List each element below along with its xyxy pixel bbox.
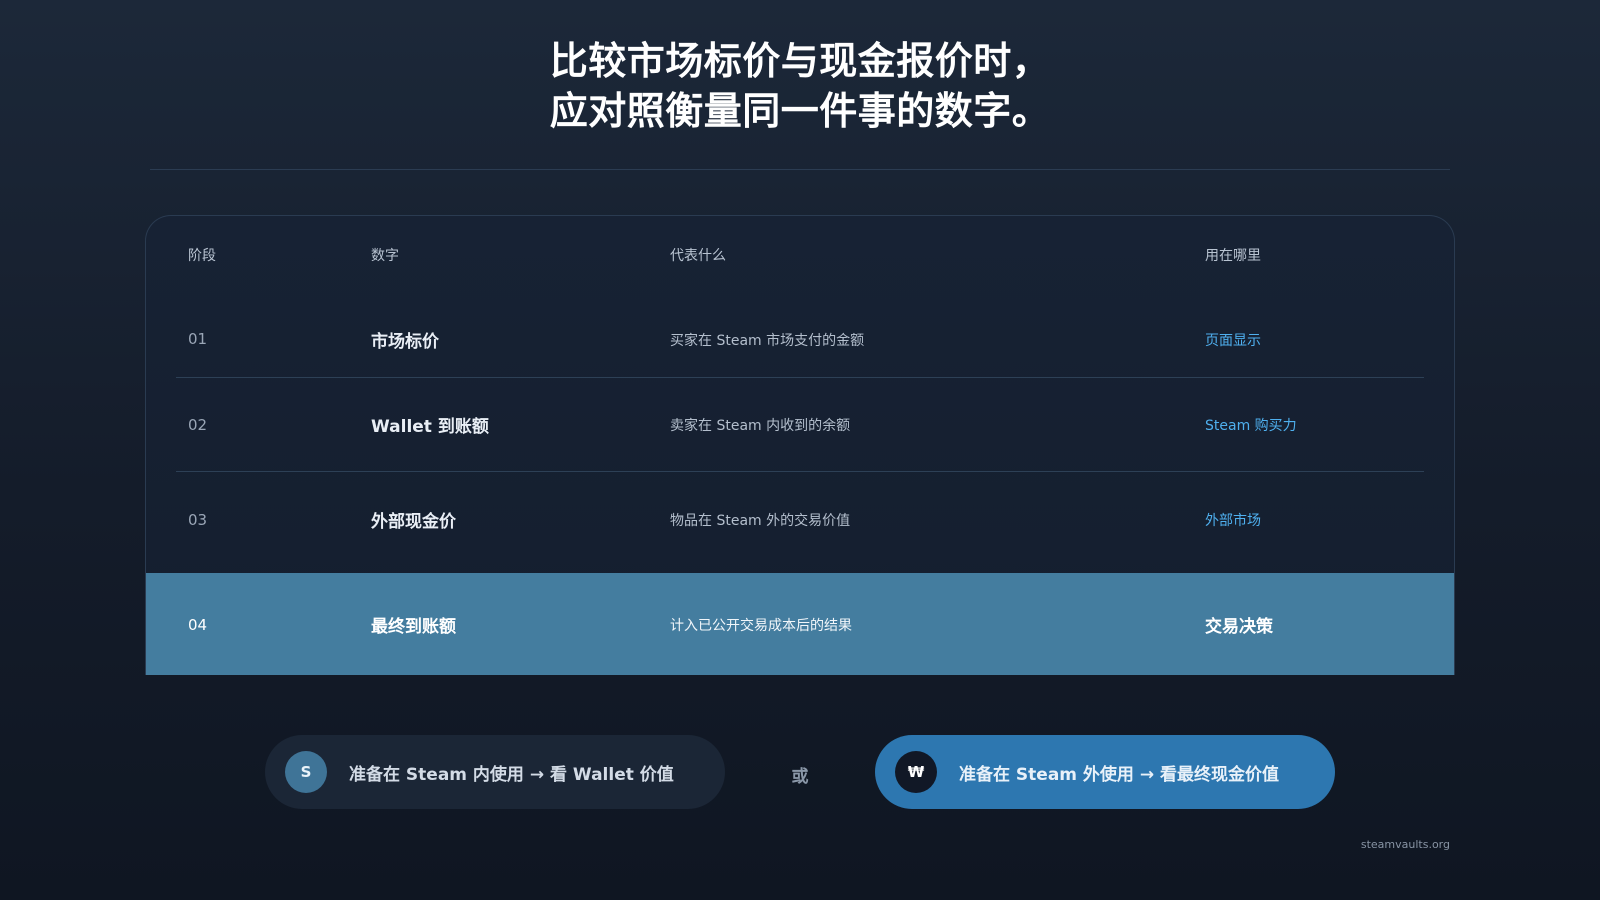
- row-meaning: 计入已公开交易成本后的结果: [670, 617, 852, 634]
- row-usage-link[interactable]: 外部市场: [1205, 510, 1261, 530]
- row-number: 外部现金价: [371, 512, 456, 532]
- table-row: 01 市场标价 买家在 Steam 市场支付的金额 页面显示: [146, 294, 1454, 378]
- steam-wallet-option-label: 准备在 Steam 内使用 → 看 Wallet 价值: [349, 764, 674, 785]
- row-stage: 03: [188, 510, 208, 529]
- row-number: Wallet 到账额: [371, 417, 489, 437]
- or-separator: 或: [791, 767, 809, 787]
- header-meaning: 代表什么: [670, 248, 726, 264]
- cash-value-option-label: 准备在 Steam 外使用 → 看最终现金价值: [959, 764, 1280, 785]
- header-stage: 阶段: [188, 248, 216, 264]
- row-usage-link[interactable]: 页面显示: [1205, 330, 1261, 350]
- cash-value-option-button[interactable]: ₩ 准备在 Steam 外使用 → 看最终现金价值: [875, 735, 1335, 809]
- row-meaning: 卖家在 Steam 内收到的余额: [670, 417, 851, 434]
- page-title: 比较市场标价与现金报价时， 应对照衡量同一件事的数字。: [0, 36, 1600, 136]
- row-meaning: 物品在 Steam 外的交易价值: [670, 512, 851, 529]
- table-row-highlighted: 04 最终到账额 计入已公开交易成本后的结果 交易决策: [146, 573, 1454, 675]
- row-number: 市场标价: [371, 332, 439, 352]
- header-number: 数字: [371, 248, 399, 264]
- row-stage: 02: [188, 415, 208, 434]
- title-divider: [150, 169, 1450, 170]
- table-header-row: 阶段 数字 代表什么 用在哪里: [146, 216, 1454, 294]
- row-number: 最终到账额: [371, 617, 456, 637]
- title-line-2: 应对照衡量同一件事的数字。: [549, 89, 1051, 133]
- row-usage: 交易决策: [1205, 617, 1273, 637]
- steam-wallet-option-button[interactable]: S 准备在 Steam 内使用 → 看 Wallet 价值: [265, 735, 725, 809]
- title-line-1: 比较市场标价与现金报价时，: [549, 39, 1051, 83]
- header-usage: 用在哪里: [1205, 248, 1261, 264]
- row-stage: 01: [188, 330, 208, 348]
- row-stage: 04: [188, 615, 208, 634]
- row-usage-link[interactable]: Steam 购买力: [1205, 415, 1297, 435]
- comparison-table: 阶段 数字 代表什么 用在哪里 01 市场标价 买家在 Steam 市场支付的金…: [145, 215, 1455, 675]
- footer-site-link[interactable]: steamvaults.org: [1361, 838, 1450, 851]
- table-row: 03 外部现金价 物品在 Steam 外的交易价值 外部市场: [146, 472, 1454, 567]
- currency-won-icon: ₩: [895, 751, 937, 793]
- table-row: 02 Wallet 到账额 卖家在 Steam 内收到的余额 Steam 购买力: [146, 377, 1454, 472]
- row-meaning: 买家在 Steam 市场支付的金额: [670, 333, 865, 349]
- steam-s-icon: S: [285, 751, 327, 793]
